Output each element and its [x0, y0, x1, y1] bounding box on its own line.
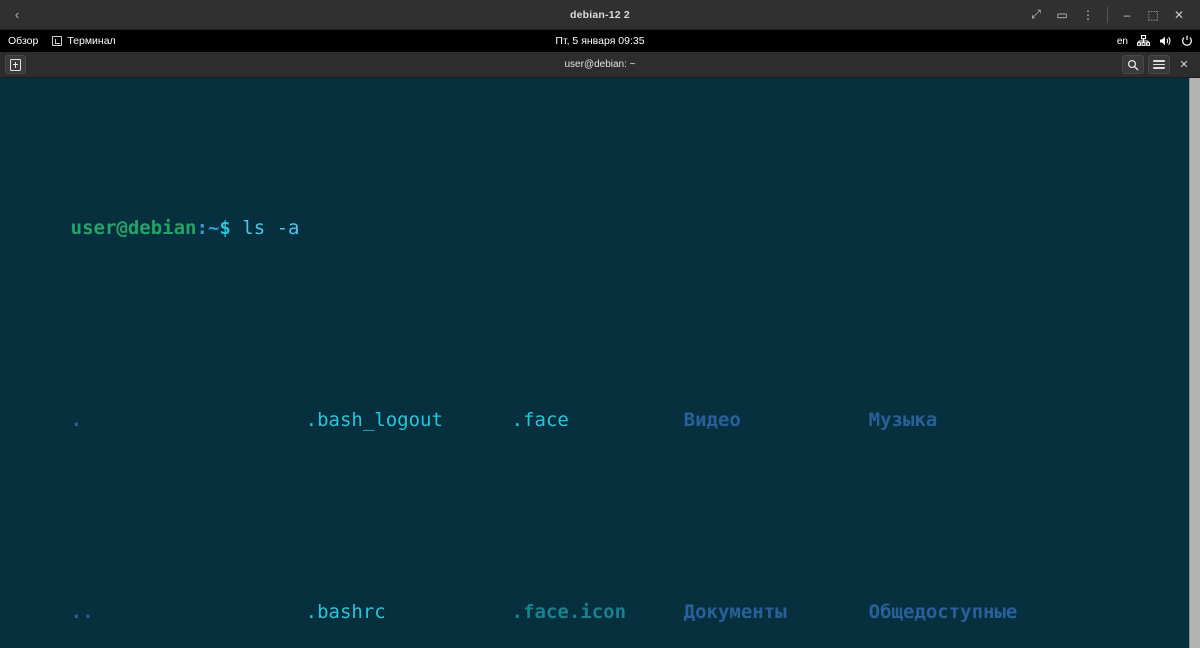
ls-entry[interactable]: . [71, 404, 306, 436]
ls-entry[interactable]: Видео [684, 404, 869, 436]
new-tab-button[interactable] [5, 55, 26, 74]
app-menu-label: Терминал [67, 35, 116, 47]
vm-window-titlebar: ‹ debian-12 2 ⤢ ▭ ⋮ – ⬚ ✕ [0, 0, 1200, 30]
ls-entry[interactable]: .face.icon [512, 596, 684, 628]
panel-status-area[interactable]: en [1117, 30, 1200, 52]
back-icon[interactable]: ‹ [0, 0, 34, 30]
vm-window-controls: ⤢ ▭ ⋮ – ⬚ ✕ [1023, 0, 1200, 30]
terminal-close-button[interactable]: ✕ [1174, 55, 1194, 74]
ls-entry[interactable]: Музыка [869, 404, 1079, 436]
ls-entry[interactable]: Документы [684, 596, 869, 628]
hamburger-icon [1153, 60, 1165, 69]
terminal-icon [52, 36, 63, 46]
app-menu-button[interactable]: Терминал [52, 35, 116, 47]
fullscreen-icon[interactable]: ⤢ [1023, 0, 1049, 30]
prompt-path: ~ [207, 217, 220, 239]
activities-button[interactable]: Обзор [8, 35, 38, 47]
terminal-output-area[interactable]: user@debian:~$ ls -a . .bash_logout .face В… [0, 78, 1200, 648]
panel-clock[interactable]: Пт, 5 января 09:35 [0, 35, 1200, 47]
panel-left-group: Обзор Терминал [0, 30, 116, 52]
maximize-icon[interactable]: ⬚ [1140, 0, 1166, 30]
screen-root: ‹ debian-12 2 ⤢ ▭ ⋮ – ⬚ ✕ Обзор Терминал… [0, 0, 1200, 648]
new-tab-icon [10, 58, 21, 71]
close-icon[interactable]: ✕ [1166, 0, 1192, 30]
command-text: ls -a [242, 217, 300, 239]
view-icon[interactable]: ▭ [1049, 0, 1075, 30]
search-icon [1127, 59, 1139, 70]
gnome-top-panel: Обзор Терминал Пт, 5 января 09:35 en [0, 30, 1200, 52]
terminal-header-right: ✕ [1122, 55, 1200, 74]
ls-entry[interactable]: Общедоступные [869, 596, 1079, 628]
terminal-title: user@debian: ~ [564, 59, 636, 70]
minimize-icon[interactable]: – [1114, 0, 1140, 30]
prompt-line-1: user@debian:~$ ls -a [0, 180, 1200, 276]
prompt-colon: : [196, 217, 208, 239]
keyboard-layout-indicator[interactable]: en [1117, 36, 1128, 47]
volume-icon[interactable] [1159, 35, 1172, 47]
ls-entry[interactable]: .bash_logout [306, 404, 512, 436]
activities-label: Обзор [8, 35, 39, 47]
ls-entry[interactable]: .bashrc [306, 596, 512, 628]
terminal-header-left [0, 55, 26, 74]
terminal-scrollbar[interactable] [1189, 78, 1200, 648]
menu-icon[interactable]: ⋮ [1075, 0, 1101, 30]
prompt-user-host: user@debian [70, 217, 197, 239]
ls-entry[interactable]: .face [512, 404, 684, 436]
network-icon[interactable] [1137, 35, 1150, 47]
divider [1107, 6, 1108, 23]
menu-button[interactable] [1148, 55, 1170, 74]
vm-window-title: debian-12 2 [570, 8, 630, 21]
search-button[interactable] [1122, 55, 1144, 74]
terminal-header-bar: user@debian: ~ ✕ [0, 52, 1200, 78]
ls-row: .. .bashrc .face.icon Документы Общедоступны… [0, 564, 1200, 648]
ls-entry[interactable]: .. [71, 596, 306, 628]
power-icon[interactable] [1181, 35, 1193, 47]
prompt-symbol: $ [219, 217, 231, 239]
ls-row: . .bash_logout .face Видео Музыка [0, 372, 1200, 468]
